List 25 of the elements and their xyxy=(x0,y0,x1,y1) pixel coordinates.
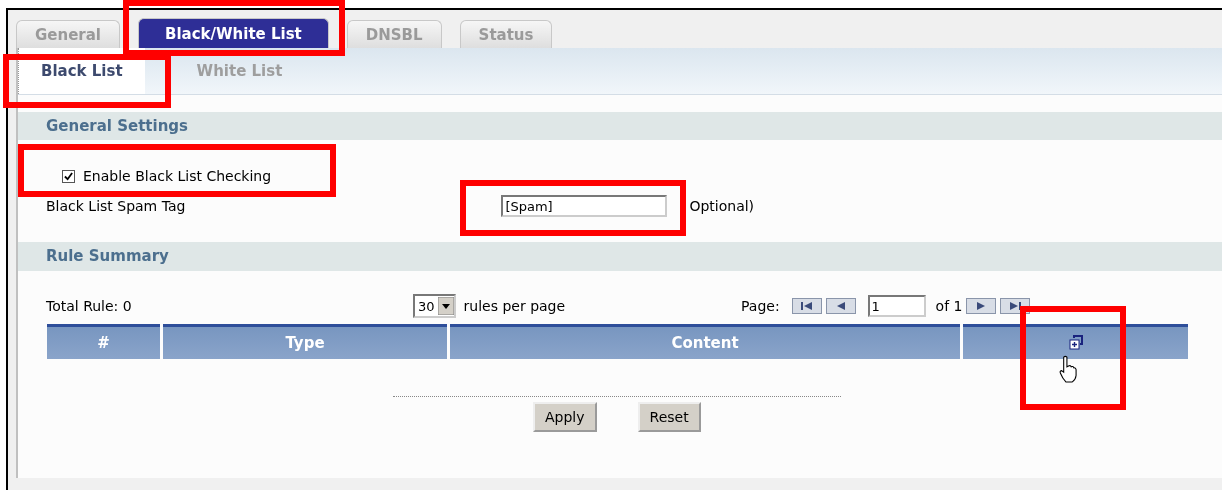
per-page-dropdown[interactable]: 30 xyxy=(413,294,456,318)
add-icon[interactable] xyxy=(1067,335,1084,351)
field-label: Black List Spam Tag xyxy=(46,198,186,214)
page-label: Page: xyxy=(741,298,780,314)
form-button[interactable]: Reset xyxy=(637,402,701,432)
page-count: of 1 xyxy=(935,298,963,314)
dropdown-caret-icon xyxy=(437,297,454,315)
next-page-icon[interactable] xyxy=(966,298,997,314)
form-button[interactable]: Apply xyxy=(533,402,597,432)
spam-tag-field[interactable]: [Spam] xyxy=(501,195,668,217)
checkbox-label: Enable Black List Checking xyxy=(83,168,272,184)
section-header: Rule Summary xyxy=(18,242,1222,271)
total-rule-count: Total Rule: 0 xyxy=(46,298,133,314)
column-header: # xyxy=(47,324,160,359)
field-note: Optional) xyxy=(689,198,755,214)
section-header: General Settings xyxy=(18,112,1222,140)
page-number-field[interactable]: 1 xyxy=(867,295,926,317)
per-page-label: rules per page xyxy=(463,298,566,314)
previous-page-icon[interactable] xyxy=(825,298,856,314)
first-page-icon[interactable] xyxy=(791,298,822,314)
tab[interactable]: Black/White List xyxy=(138,18,329,48)
column-header: Content xyxy=(450,324,960,359)
column-header: Type xyxy=(163,324,447,359)
hand-cursor-icon xyxy=(1058,355,1078,383)
checkbox[interactable] xyxy=(62,169,75,183)
